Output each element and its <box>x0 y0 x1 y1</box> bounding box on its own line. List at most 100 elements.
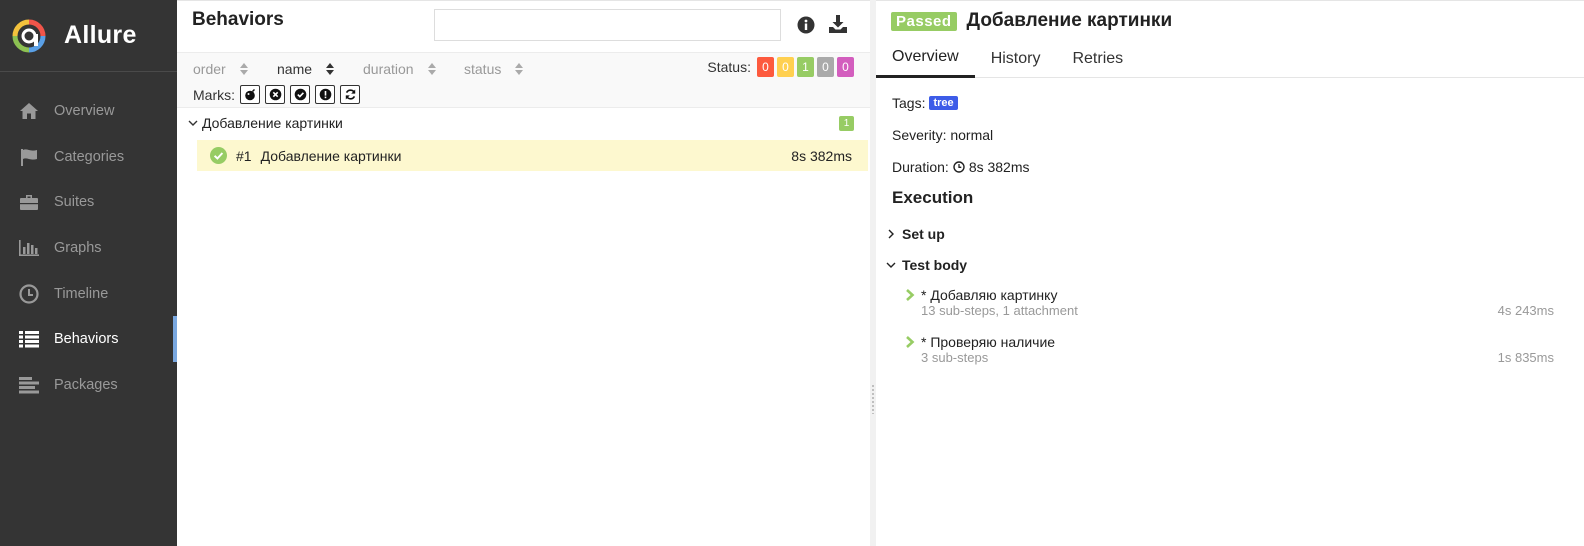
clock-icon <box>18 283 40 305</box>
test-detail-pane: Passed Добавление картинки Overview Hist… <box>876 0 1584 546</box>
test-title: Добавление картинки <box>966 10 1173 31</box>
tags-row: Tags: tree <box>892 95 958 111</box>
briefcase-icon <box>18 191 40 213</box>
sort-by-status[interactable]: status <box>464 61 524 77</box>
info-icon[interactable] <box>797 16 815 34</box>
exclamation-circle-icon[interactable] <box>315 85 335 104</box>
detail-tabs: Overview History Retries <box>876 39 1584 78</box>
sidebar-item-label: Graphs <box>54 239 102 256</box>
list-icon <box>18 328 40 350</box>
status-badge: Passed <box>891 11 957 31</box>
test-body-section[interactable]: Test body <box>886 257 967 273</box>
duration-value: 8s 382ms <box>968 159 1030 175</box>
sidebar: Allure Overview Categories Suites Graphs… <box>0 0 177 546</box>
sidebar-item-label: Overview <box>54 102 115 119</box>
brand[interactable]: Allure <box>0 0 177 72</box>
sort-icon <box>326 63 335 75</box>
sidebar-item-label: Behaviors <box>54 331 119 348</box>
execution-title: Execution <box>892 188 974 207</box>
sort-by-order[interactable]: order <box>193 61 277 77</box>
sidebar-item-label: Timeline <box>54 285 109 302</box>
chevron-down-icon <box>188 120 198 126</box>
step-name: * Добавляю картинку <box>921 287 1058 303</box>
duration-label: Duration: <box>892 159 949 175</box>
page-title: Behaviors <box>192 9 284 30</box>
severity-row: Severity: normal <box>892 127 994 143</box>
test-header: Passed Добавление картинки <box>891 10 1172 32</box>
sidebar-item-categories[interactable]: Categories <box>0 134 177 180</box>
brand-name: Allure <box>64 21 137 49</box>
sort-by-duration[interactable]: duration <box>363 61 464 77</box>
setup-label: Set up <box>902 226 945 242</box>
sorter-label: order <box>193 61 226 77</box>
sidebar-item-label: Categories <box>54 148 125 165</box>
allure-report: Allure Overview Categories Suites Graphs… <box>0 0 1584 546</box>
sidebar-item-behaviors[interactable]: Behaviors <box>0 316 177 362</box>
sort-icon <box>239 63 248 75</box>
chevron-right-icon <box>906 336 915 348</box>
home-icon <box>18 100 40 122</box>
status-unknown-badge[interactable]: 0 <box>837 57 854 77</box>
times-circle-icon[interactable] <box>265 85 285 104</box>
refresh-icon[interactable] <box>340 85 360 104</box>
clock-icon <box>953 161 965 173</box>
tree-group[interactable]: Добавление картинки 1 <box>177 108 870 138</box>
sidebar-item-timeline[interactable]: Timeline <box>0 271 177 317</box>
sidebar-item-label: Packages <box>54 376 118 393</box>
marks-label: Marks: <box>193 86 235 103</box>
splitter-grip-icon <box>871 384 875 414</box>
duration-row: Duration: 8s 382ms <box>892 159 1030 175</box>
status-skipped-badge[interactable]: 0 <box>817 57 834 77</box>
bar-chart-icon <box>18 237 40 259</box>
test-duration: 8s 382ms <box>791 148 852 164</box>
sidebar-item-graphs[interactable]: Graphs <box>0 225 177 271</box>
step-name: * Проверяю наличие <box>921 334 1056 350</box>
status-failed-badge[interactable]: 0 <box>757 57 774 77</box>
test-case-row[interactable]: #1 Добавление картинки 8s 382ms <box>197 140 868 171</box>
sort-row: order name duration status <box>193 60 524 78</box>
tab-retries[interactable]: Retries <box>1056 39 1139 78</box>
sorter-label: name <box>277 61 313 77</box>
step-substeps: 13 sub-steps, 1 attachment <box>921 303 1078 318</box>
step-duration: 1s 835ms <box>1497 350 1554 365</box>
sort-icon <box>515 63 524 75</box>
download-icon[interactable] <box>827 13 849 35</box>
tree-controls: order name duration status Status: 0 0 1… <box>177 52 870 108</box>
status-filter-label: Status: <box>707 59 751 75</box>
bomb-icon[interactable] <box>240 85 260 104</box>
marks-filter: Marks: <box>193 85 360 104</box>
behaviors-pane: Behaviors order name duration status Sta… <box>177 0 870 546</box>
sorter-label: duration <box>363 61 414 77</box>
tags-label: Tags: <box>892 95 926 111</box>
allure-logo-icon <box>12 19 46 52</box>
setup-section[interactable]: Set up <box>886 226 945 242</box>
passed-status-icon <box>210 147 227 164</box>
sort-icon <box>427 63 436 75</box>
step-duration: 4s 243ms <box>1497 303 1554 318</box>
chevron-right-icon <box>906 289 915 301</box>
sidebar-item-suites[interactable]: Suites <box>0 179 177 225</box>
tab-history[interactable]: History <box>975 39 1057 78</box>
check-circle-icon[interactable] <box>290 85 310 104</box>
test-number: #1 <box>236 147 252 164</box>
sorter-label: status <box>464 61 502 77</box>
group-count-badge: 1 <box>839 116 854 131</box>
test-name: Добавление картинки <box>260 147 402 164</box>
status-passed-badge[interactable]: 1 <box>797 57 814 77</box>
search-input[interactable] <box>434 9 781 41</box>
sidebar-item-overview[interactable]: Overview <box>0 88 177 134</box>
chevron-down-icon <box>886 262 896 268</box>
status-broken-badge[interactable]: 0 <box>777 57 794 77</box>
group-name: Добавление картинки <box>202 115 343 131</box>
align-left-icon <box>18 374 40 396</box>
status-filter: Status: 0 0 1 0 0 <box>707 57 854 77</box>
test-body-label: Test body <box>902 257 968 273</box>
sort-by-name[interactable]: name <box>277 61 363 77</box>
tag-badge[interactable]: tree <box>929 96 958 110</box>
sidebar-item-packages[interactable]: Packages <box>0 362 177 408</box>
sidebar-nav: Overview Categories Suites Graphs Timeli… <box>0 72 177 408</box>
chevron-right-icon <box>888 229 894 239</box>
tab-overview[interactable]: Overview <box>876 39 975 78</box>
flag-icon <box>18 146 40 168</box>
step-substeps: 3 sub-steps <box>921 350 989 365</box>
